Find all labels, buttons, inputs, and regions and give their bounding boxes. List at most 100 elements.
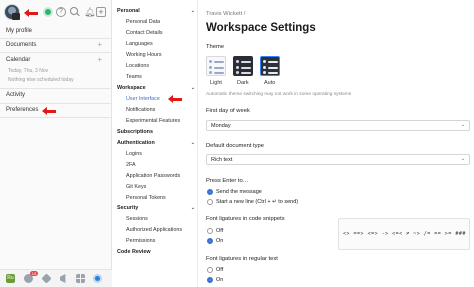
- divider: [0, 88, 112, 89]
- nav-documents-label: Documents: [6, 42, 37, 48]
- nav-preferences-label: Preferences: [6, 107, 39, 113]
- theme-preview-dot: [236, 66, 239, 69]
- first-day-select[interactable]: Monday ⌄: [206, 120, 470, 131]
- new-line-radio[interactable]: [207, 199, 213, 205]
- nav-section-security[interactable]: Security ⌄: [117, 205, 203, 211]
- nav-section-workspace[interactable]: Workspace ⌄: [117, 85, 203, 91]
- settings-nav: Personal ⌄ Personal Data Contact Details…: [112, 0, 198, 287]
- theme-dark-label: Dark: [237, 80, 249, 86]
- theme-preview-dot: [263, 71, 266, 74]
- nav-calendar-label: Calendar: [6, 57, 31, 63]
- ligatures-text-off-radio[interactable]: [207, 267, 213, 273]
- left-panel-toolbar: ? 🔔︎ +: [0, 0, 112, 24]
- new-line-label: Start a new line (Ctrl + ↵ to send): [216, 199, 299, 205]
- rocket-icon[interactable]: [41, 273, 52, 284]
- theme-light-label: Light: [210, 80, 222, 86]
- theme-preview-line: [241, 61, 251, 63]
- theme-preview-dot: [209, 60, 212, 63]
- help-icon[interactable]: ?: [56, 7, 66, 17]
- nav-section-authentication[interactable]: Authentication ⌄: [117, 140, 203, 146]
- ligatures-code-on-label: On: [216, 238, 224, 244]
- theme-preview-dot: [236, 71, 239, 74]
- theme-auto-label: Auto: [264, 80, 276, 86]
- divider: [0, 38, 112, 39]
- ligatures-text-label: Font ligatures in regular text: [206, 256, 278, 262]
- annotation-arrow-icon: [168, 95, 182, 103]
- theme-preview-line: [268, 67, 278, 69]
- chevron-down-icon: ⌄: [460, 156, 465, 162]
- new-item-icon[interactable]: +: [96, 7, 106, 17]
- chat-unread-badge: 13: [30, 271, 38, 276]
- nav-section-authentication-label: Authentication: [117, 140, 155, 146]
- nav-section-workspace-label: Workspace: [117, 85, 146, 91]
- ligatures-preview-box: <> ==> <=> -> <=< ≠ ~> /= == >= ###: [338, 218, 470, 250]
- theme-preview-line: [214, 67, 224, 69]
- chevron-down-icon: ⌄: [460, 122, 465, 128]
- chevron-down-icon: ⌄: [190, 205, 195, 211]
- add-event-icon[interactable]: +: [97, 55, 102, 64]
- press-enter-label: Press Enter to…: [206, 178, 249, 184]
- first-day-label: First day of week: [206, 108, 250, 114]
- nav-section-subscriptions[interactable]: Subscriptions: [117, 129, 203, 135]
- ligatures-code-label: Font ligatures in code snippets: [206, 216, 285, 222]
- nav-section-personal-label: Personal: [117, 8, 140, 14]
- theme-preview-line: [268, 72, 278, 74]
- theme-preview-dot: [209, 66, 212, 69]
- theme-preview-line: [241, 67, 251, 69]
- app-left-panel: ? 🔔︎ + My profile Documents + Calendar +…: [0, 0, 112, 287]
- ligatures-text-on-label: On: [216, 277, 224, 283]
- theme-hint: Automatic theme switching may not work i…: [206, 92, 352, 97]
- profile-icon[interactable]: [93, 274, 102, 283]
- annotation-arrow-icon: [42, 107, 56, 115]
- doc-type-value: Rich text: [211, 157, 233, 163]
- theme-preview-dot: [209, 71, 212, 74]
- calendar-empty-message: Nothing else scheduled today: [8, 77, 74, 83]
- theme-preview-dot: [263, 66, 266, 69]
- notifications-icon[interactable]: 🔔︎: [84, 7, 95, 17]
- nav-activity-label: Activity: [6, 92, 26, 98]
- theme-label: Theme: [206, 44, 225, 50]
- theme-auto-option[interactable]: [260, 56, 280, 76]
- breadcrumb[interactable]: Travis Wickett /: [206, 11, 245, 17]
- nav-section-security-label: Security: [117, 205, 139, 211]
- ligatures-text-off-label: Off: [216, 267, 224, 273]
- ligatures-preview-text: <> ==> <=> -> <=< ≠ ~> /= == >= ###: [343, 231, 466, 237]
- doc-type-select[interactable]: Rich text ⌄: [206, 154, 470, 165]
- theme-preview-line: [268, 61, 278, 63]
- ligatures-code-off-radio[interactable]: [207, 228, 213, 234]
- calendar-date: Today, Thu, 3 Nov: [8, 68, 49, 74]
- theme-preview-line: [214, 61, 224, 63]
- ligatures-code-off-label: Off: [216, 228, 224, 234]
- nav-my-profile-label: My profile: [6, 28, 33, 34]
- annotation-arrow-icon: [24, 9, 38, 17]
- divider: [0, 103, 112, 104]
- ligatures-code-on-radio[interactable]: [207, 238, 213, 244]
- send-message-label: Send the message: [216, 189, 262, 195]
- avatar-status-badge: [12, 13, 20, 20]
- doc-type-label: Default document type: [206, 143, 265, 149]
- theme-preview-dot: [236, 60, 239, 63]
- chevron-down-icon: ⌄: [190, 8, 195, 14]
- megaphone-icon[interactable]: [60, 274, 66, 283]
- chevron-down-icon: ⌄: [190, 140, 195, 146]
- app-switcher-icon[interactable]: Ru: [6, 274, 15, 283]
- chevron-down-icon: ⌄: [190, 85, 195, 91]
- search-icon[interactable]: [70, 7, 80, 17]
- add-document-icon[interactable]: +: [97, 40, 102, 49]
- send-message-radio[interactable]: [207, 189, 213, 195]
- nav-section-code-review[interactable]: Code Review: [117, 249, 203, 255]
- app-dock: Ru 13: [0, 269, 112, 287]
- theme-light-option[interactable]: [206, 56, 226, 76]
- divider: [0, 117, 112, 118]
- apps-grid-icon[interactable]: [76, 274, 85, 283]
- settings-content: Travis Wickett / Workspace Settings Them…: [198, 0, 474, 287]
- online-status-icon[interactable]: [43, 7, 53, 17]
- nav-section-personal[interactable]: Personal ⌄: [117, 8, 203, 14]
- page-title: Workspace Settings: [206, 22, 316, 34]
- divider: [0, 52, 112, 53]
- first-day-value: Monday: [211, 123, 231, 129]
- theme-preview-line: [214, 72, 224, 74]
- ligatures-text-on-radio[interactable]: [207, 277, 213, 283]
- theme-dark-option[interactable]: [233, 56, 253, 76]
- theme-preview-dot: [263, 60, 266, 63]
